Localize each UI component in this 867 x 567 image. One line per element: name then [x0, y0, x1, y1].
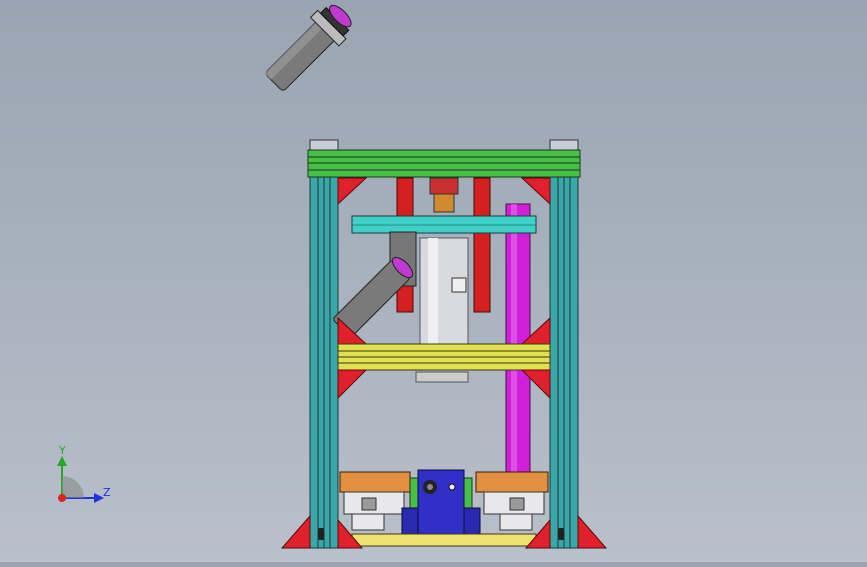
- foot-gusset-right: [577, 514, 608, 549]
- linear-bearing-right: [483, 491, 545, 531]
- top-plate[interactable]: [307, 149, 581, 178]
- foot-slot-right: [558, 528, 564, 540]
- slide-block-right[interactable]: [475, 471, 549, 493]
- floating-cylinder-part[interactable]: [260, 0, 359, 97]
- coupling: [433, 193, 455, 213]
- mid-plate[interactable]: [337, 343, 551, 371]
- foot-gusset-left: [280, 514, 311, 549]
- gusset-mid-left-bottom: [337, 369, 368, 400]
- foot-slot-left: [318, 528, 324, 540]
- slide-block-left[interactable]: [339, 471, 411, 493]
- coordinate-triad: Y Z: [57, 444, 111, 503]
- cad-model-canvas[interactable]: Y Z: [0, 0, 867, 562]
- linear-bearing-left: [343, 491, 405, 531]
- base-plate[interactable]: [351, 533, 537, 547]
- gusset-upper-right: [520, 177, 551, 206]
- triad-z-label: Z: [103, 486, 111, 499]
- top-cap-right: [549, 139, 579, 151]
- triad-y-label: Y: [58, 444, 66, 457]
- red-rod-right[interactable]: [473, 177, 491, 313]
- top-cap-left: [309, 139, 339, 151]
- top-mount-block: [429, 177, 459, 195]
- gusset-upper-left: [337, 177, 368, 206]
- frame-right-post: [549, 175, 579, 549]
- cad-viewport[interactable]: Y Z: [0, 0, 867, 562]
- magenta-guide-rod[interactable]: [505, 203, 531, 473]
- frame-left-post: [309, 175, 339, 549]
- carrier-plate[interactable]: [351, 215, 537, 234]
